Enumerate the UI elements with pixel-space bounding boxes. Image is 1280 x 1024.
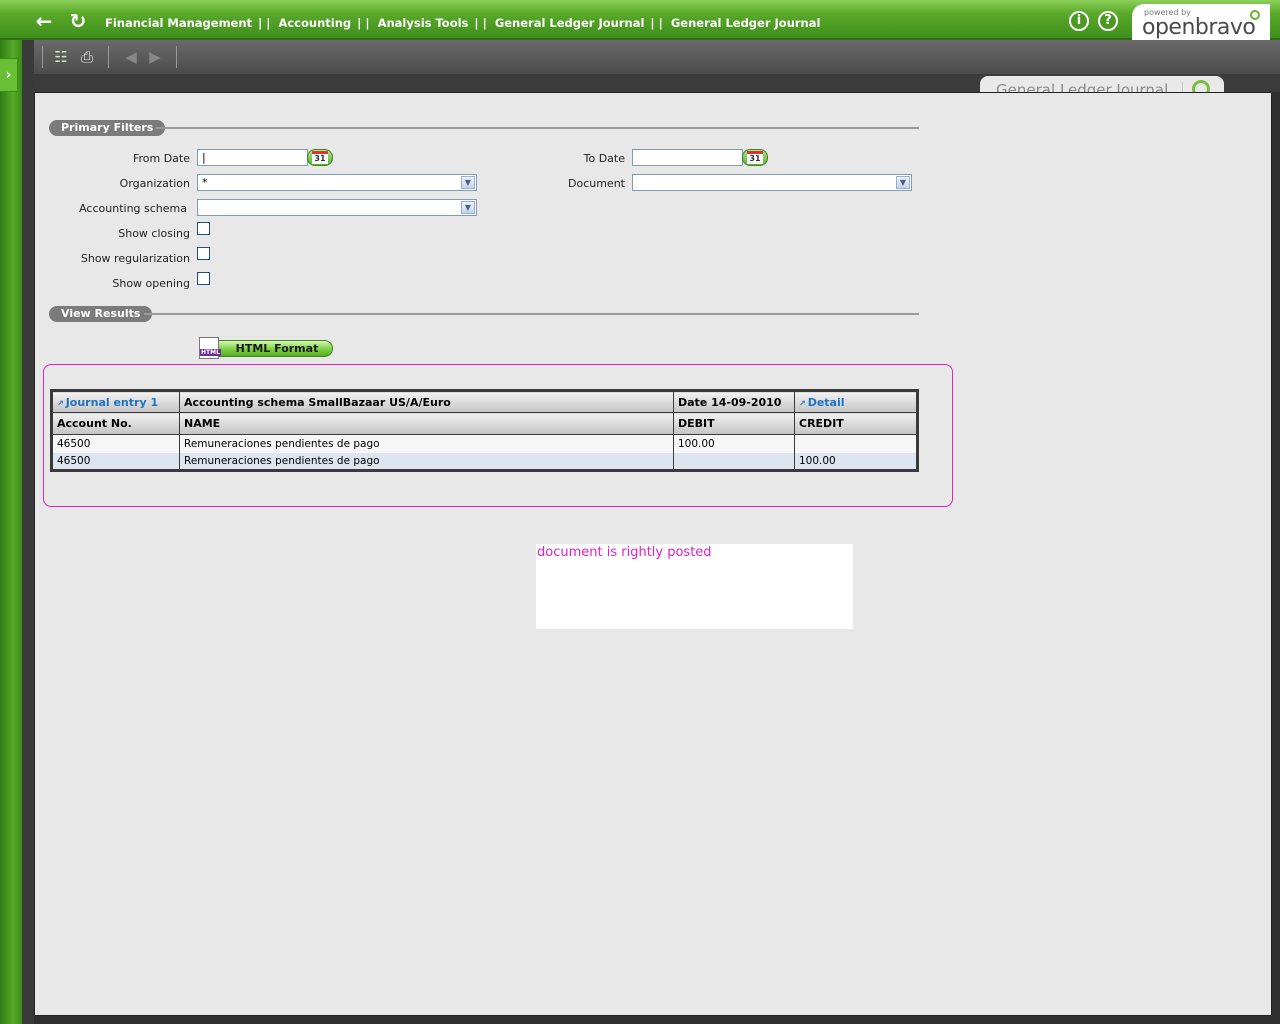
html-format-button[interactable]: HTML Format HTML [199,337,334,359]
section-divider [156,127,919,129]
journal-entry-header-row: ↗ Journal entry 1 Accounting schema Small… [51,390,918,413]
breadcrumb-financial-management[interactable]: Financial Management [105,16,252,30]
refresh-icon[interactable]: ↻ [66,9,90,33]
html-format-label: HTML Format [211,340,333,357]
primary-filters-title: Primary Filters [49,120,166,136]
to-date-calendar-button[interactable]: 31 [742,149,768,166]
sidebar-toggle-icon[interactable]: › [0,58,18,92]
journal-entry-link[interactable]: Journal entry 1 [66,396,158,409]
column-header-row: Account No. NAME DEBIT CREDIT [51,412,918,435]
annotation-note: document is rightly posted [536,544,853,629]
toolbar: ☷ ⎙ ◀ ▶ [34,40,1280,74]
detail-link[interactable]: Detail [808,396,845,409]
from-date-label: From Date [132,152,190,165]
breadcrumb-separator: | | [357,16,370,30]
breadcrumb-separator: | | [474,16,487,30]
from-date-input[interactable]: | [197,149,308,166]
column-header-debit: DEBIT [673,412,795,435]
show-regularization-label: Show regularization [80,252,190,265]
html-file-icon: HTML [199,337,221,359]
accounting-schema-select[interactable]: ▼ [197,199,477,216]
calendar-icon: 31 [312,151,328,164]
document-label: Document [568,177,625,190]
account-cell: 46500 [51,434,180,453]
from-date-calendar-button[interactable]: 31 [307,149,333,166]
back-arrow-icon[interactable]: ← [32,9,56,33]
dropdown-arrow-icon[interactable]: ▼ [896,176,910,189]
organization-value: * [202,176,208,189]
to-date-label: To Date [583,152,625,165]
logo-mark-icon [1250,10,1260,20]
organization-label: Organization [119,177,190,190]
top-bar: ← ↻ Financial Management | | Accounting | … [0,0,1280,40]
dropdown-arrow-icon[interactable]: ▼ [461,201,475,214]
accounting-schema-label: Accounting schema [79,202,187,215]
breadcrumb-separator: | | [258,16,271,30]
help-icon[interactable]: ? [1098,11,1118,31]
debit-cell [673,452,795,471]
detail-cell[interactable]: ↗ Detail [794,390,918,413]
show-closing-label: Show closing [118,227,190,240]
toolbar-divider [176,46,177,68]
dropdown-arrow-icon[interactable]: ▼ [461,176,475,189]
credit-cell: 100.00 [794,452,918,471]
left-menu-strip [0,40,22,1024]
link-arrow-icon: ↗ [57,398,64,408]
toolbar-divider [108,46,109,68]
breadcrumb-accounting[interactable]: Accounting [278,16,351,30]
document-select[interactable]: ▼ [632,174,912,191]
breadcrumb: Financial Management | | Accounting | | An… [105,16,824,30]
logo-text: openbravo [1142,15,1256,40]
ledger-table: ↗ Journal entry 1 Accounting schema Small… [50,389,919,472]
breadcrumb-current-page: General Ledger Journal [670,16,821,30]
journal-entry-cell[interactable]: ↗ Journal entry 1 [51,390,180,413]
accounting-schema-cell: Accounting schema SmallBazaar US/A/Euro [179,390,674,413]
toolbar-divider [42,46,43,68]
previous-icon[interactable]: ◀ [120,46,142,68]
view-results-title: View Results [49,306,153,322]
excel-icon[interactable]: ☷ [50,46,72,68]
column-header-name: NAME [179,412,674,435]
html-file-icon-text: HTML [200,349,221,356]
show-opening-checkbox[interactable] [197,272,210,285]
next-icon[interactable]: ▶ [144,46,166,68]
column-header-account: Account No. [51,412,180,435]
name-cell: Remuneraciones pendientes de pago [179,434,674,453]
breadcrumb-separator: | | [650,16,663,30]
left-gutter [22,40,34,1024]
section-divider [144,313,919,315]
name-cell: Remuneraciones pendientes de pago [179,452,674,471]
show-regularization-checkbox[interactable] [197,247,210,260]
breadcrumb-analysis-tools[interactable]: Analysis Tools [378,16,469,30]
column-header-credit: CREDIT [794,412,918,435]
breadcrumb-general-ledger-journal[interactable]: General Ledger Journal [495,16,645,30]
to-date-input[interactable] [632,149,743,166]
debit-cell: 100.00 [673,434,795,453]
print-icon[interactable]: ⎙ [76,46,98,68]
date-cell: Date 14-09-2010 [673,390,795,413]
table-row: 46500 Remuneraciones pendientes de pago … [51,452,918,471]
table-row: 46500 Remuneraciones pendientes de pago … [51,434,918,453]
credit-cell [794,434,918,453]
account-cell: 46500 [51,452,180,471]
calendar-icon: 31 [747,151,763,164]
info-icon[interactable]: i [1069,11,1089,31]
show-opening-label: Show opening [112,277,190,290]
openbravo-logo[interactable]: powered by openbravo [1132,4,1270,40]
show-closing-checkbox[interactable] [197,222,210,235]
link-arrow-icon: ↗ [799,398,806,408]
organization-select[interactable]: * ▼ [197,174,477,191]
